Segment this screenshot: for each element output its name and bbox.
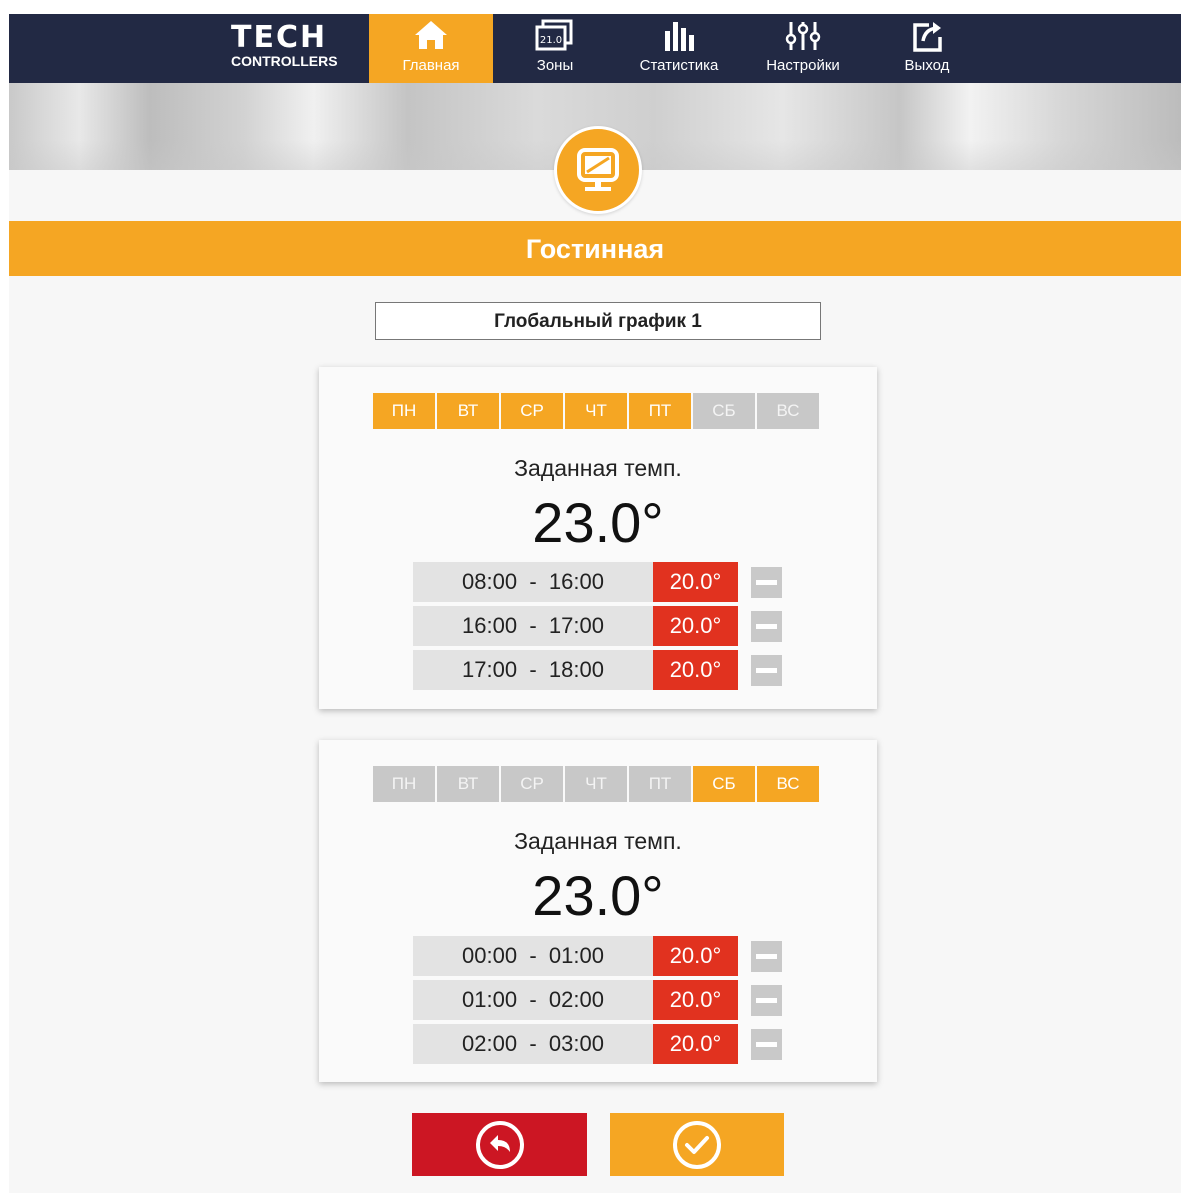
logout-icon	[913, 22, 942, 52]
minus-icon	[756, 1042, 777, 1047]
room-title: Гостинная	[9, 221, 1181, 276]
nav-label-zones: Зоны	[536, 57, 574, 74]
svg-text:21.0: 21.0	[540, 35, 562, 46]
back-arrow-icon	[475, 1120, 524, 1169]
interval-time[interactable]: 17:00 - 18:00	[413, 650, 653, 690]
minus-icon	[756, 998, 777, 1003]
room-icon-badge	[554, 126, 642, 214]
interval-time[interactable]: 01:00 - 02:00	[413, 980, 653, 1020]
interval-temperature[interactable]: 20.0°	[653, 606, 738, 646]
day-toggle-mon[interactable]: ПН	[373, 393, 435, 429]
day-toggle-sat[interactable]: СБ	[693, 766, 755, 802]
nav-item-logout[interactable]: Выход	[865, 14, 989, 83]
zones-icon: 21.0	[535, 19, 573, 51]
minus-icon	[756, 624, 777, 629]
interval-row: 08:00 - 16:00 20.0°	[413, 562, 783, 602]
nav-label-home: Главная	[402, 57, 460, 74]
minus-icon	[756, 580, 777, 585]
day-toggle-thu[interactable]: ЧТ	[565, 766, 627, 802]
schedule-card-weekend: ПН ВТ СР ЧТ ПТ СБ ВС Заданная темп. 23.0…	[319, 740, 877, 1082]
nav-label-settings: Настройки	[766, 57, 840, 74]
interval-time[interactable]: 00:00 - 01:00	[413, 936, 653, 976]
interval-time[interactable]: 16:00 - 17:00	[413, 606, 653, 646]
interval-temperature[interactable]: 20.0°	[653, 562, 738, 602]
nav-label-logout: Выход	[904, 57, 950, 74]
day-toggle-tue[interactable]: ВТ	[437, 393, 499, 429]
day-toggle-tue[interactable]: ВТ	[437, 766, 499, 802]
back-button[interactable]	[412, 1113, 587, 1176]
remove-interval-button[interactable]	[751, 611, 782, 642]
day-toggle-wed[interactable]: СР	[501, 393, 563, 429]
interval-temperature[interactable]: 20.0°	[653, 1024, 738, 1064]
confirm-button[interactable]	[610, 1113, 784, 1176]
logo-subtitle: CONTROLLERS	[231, 53, 338, 69]
interval-time[interactable]: 08:00 - 16:00	[413, 562, 653, 602]
logo-name: TECH	[231, 20, 328, 55]
day-toggle-mon[interactable]: ПН	[373, 766, 435, 802]
day-selector: ПН ВТ СР ЧТ ПТ СБ ВС	[373, 766, 823, 802]
day-toggle-sun[interactable]: ВС	[757, 393, 819, 429]
statistics-icon	[665, 22, 694, 51]
day-toggle-sun[interactable]: ВС	[757, 766, 819, 802]
day-toggle-thu[interactable]: ЧТ	[565, 393, 627, 429]
interval-time[interactable]: 02:00 - 03:00	[413, 1024, 653, 1064]
settings-sliders-icon	[785, 22, 821, 50]
home-icon	[415, 21, 447, 49]
day-selector: ПН ВТ СР ЧТ ПТ СБ ВС	[373, 393, 823, 429]
nav-item-statistics[interactable]: Статистика	[617, 14, 741, 83]
set-temperature-value[interactable]: 23.0°	[319, 490, 877, 555]
day-toggle-fri[interactable]: ПТ	[629, 766, 691, 802]
remove-interval-button[interactable]	[751, 1029, 782, 1060]
nav-label-statistics: Статистика	[639, 57, 719, 74]
set-temperature-label: Заданная темп.	[514, 455, 682, 481]
interval-row: 01:00 - 02:00 20.0°	[413, 980, 783, 1020]
interval-row: 00:00 - 01:00 20.0°	[413, 936, 783, 976]
tech-controllers-logo[interactable]: TECH CONTROLLERS	[231, 22, 361, 76]
schedule-selector[interactable]: Глобальный график 1	[375, 302, 821, 340]
remove-interval-button[interactable]	[751, 985, 782, 1016]
nav-item-home[interactable]: Главная	[369, 14, 493, 83]
interval-row: 02:00 - 03:00 20.0°	[413, 1024, 783, 1064]
minus-icon	[756, 954, 777, 959]
remove-interval-button[interactable]	[751, 941, 782, 972]
day-toggle-fri[interactable]: ПТ	[629, 393, 691, 429]
interval-row: 16:00 - 17:00 20.0°	[413, 606, 783, 646]
checkmark-icon	[673, 1120, 721, 1169]
remove-interval-button[interactable]	[751, 655, 782, 686]
day-toggle-wed[interactable]: СР	[501, 766, 563, 802]
interval-row: 17:00 - 18:00 20.0°	[413, 650, 783, 690]
nav-item-zones[interactable]: 21.0 Зоны	[493, 14, 617, 83]
interval-temperature[interactable]: 20.0°	[653, 650, 738, 690]
interval-temperature[interactable]: 20.0°	[653, 936, 738, 976]
monitor-icon	[577, 148, 619, 191]
remove-interval-button[interactable]	[751, 567, 782, 598]
interval-temperature[interactable]: 20.0°	[653, 980, 738, 1020]
set-temperature-value[interactable]: 23.0°	[319, 863, 877, 928]
schedule-card-weekdays: ПН ВТ СР ЧТ ПТ СБ ВС Заданная темп. 23.0…	[319, 367, 877, 709]
nav-item-settings[interactable]: Настройки	[741, 14, 865, 83]
set-temperature-label: Заданная темп.	[514, 828, 682, 854]
top-navigation-bar: TECH CONTROLLERS Главная 21.0 Зоны Стати…	[9, 14, 1181, 83]
day-toggle-sat[interactable]: СБ	[693, 393, 755, 429]
minus-icon	[756, 668, 777, 673]
